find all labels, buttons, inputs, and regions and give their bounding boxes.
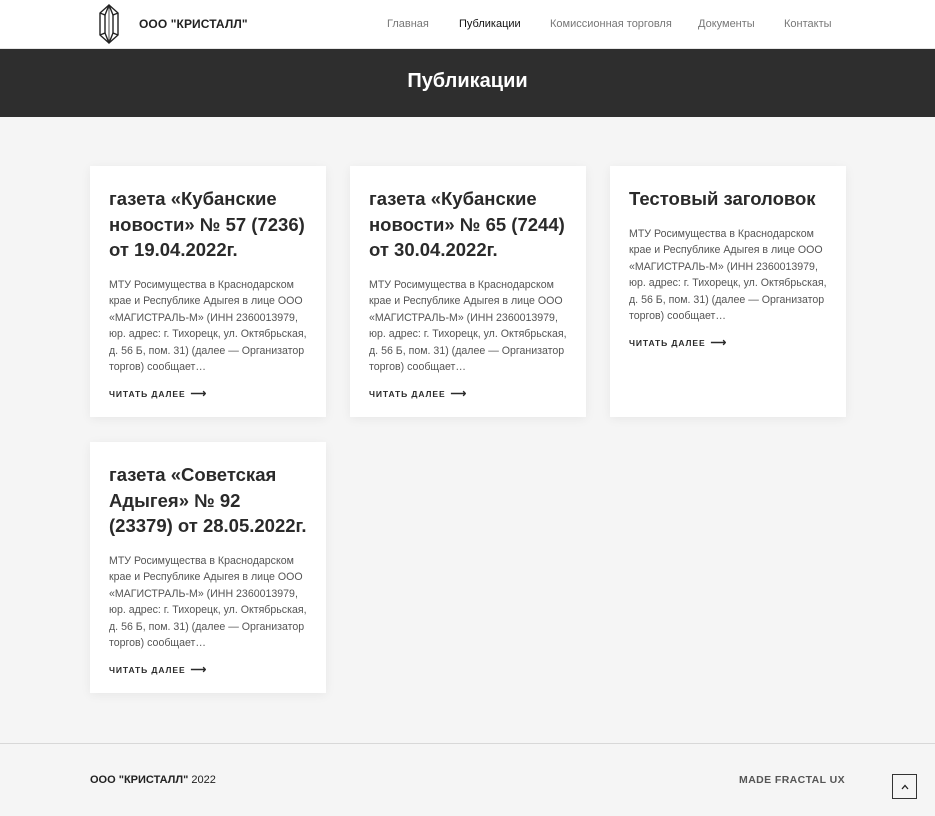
post-excerpt: МТУ Росимущества в Краснодарском крае и … bbox=[109, 278, 307, 374]
scroll-to-top-button[interactable] bbox=[892, 774, 917, 799]
read-more-link[interactable]: ЧИТАТЬ ДАЛЕЕ ⟶ bbox=[629, 337, 728, 350]
arrow-right-icon: ⟶ bbox=[710, 337, 728, 350]
chevron-up-icon bbox=[901, 784, 908, 789]
post-title[interactable]: газета «Кубанские новости» № 57 (7236) о… bbox=[109, 186, 307, 263]
site-footer: ООО "КРИСТАЛЛ" 2022 MADE FRACTAL UX bbox=[0, 743, 935, 816]
credit-link[interactable]: MADE FRACTAL UX bbox=[739, 774, 845, 786]
read-more-label: ЧИТАТЬ ДАЛЕЕ bbox=[109, 389, 186, 400]
read-more-label: ЧИТАТЬ ДАЛЕЕ bbox=[369, 389, 446, 400]
post-card: газета «Кубанские новости» № 65 (7244) о… bbox=[350, 166, 586, 417]
read-more-link[interactable]: ЧИТАТЬ ДАЛЕЕ ⟶ bbox=[109, 664, 208, 677]
copyright: ООО "КРИСТАЛЛ" 2022 bbox=[90, 774, 216, 786]
nav-item-commission-trade[interactable]: Комиссионная торговля bbox=[550, 18, 672, 30]
copyright-company: ООО "КРИСТАЛЛ" bbox=[90, 774, 189, 786]
post-title[interactable]: газета «Советская Адыгея» № 92 (23379) о… bbox=[109, 462, 307, 539]
site-header: ООО "КРИСТАЛЛ" Главная Публикации Комисс… bbox=[0, 0, 935, 49]
page-title: Публикации bbox=[407, 70, 528, 92]
nav-item-contacts[interactable]: Контакты bbox=[784, 18, 832, 30]
read-more-link[interactable]: ЧИТАТЬ ДАЛЕЕ ⟶ bbox=[109, 388, 208, 401]
post-title[interactable]: Тестовый заголовок bbox=[629, 186, 827, 212]
main-nav: Главная Публикации Комиссионная торговля… bbox=[0, 18, 935, 32]
read-more-link[interactable]: ЧИТАТЬ ДАЛЕЕ ⟶ bbox=[369, 388, 468, 401]
post-excerpt: МТУ Росимущества в Краснодарском крае и … bbox=[629, 227, 827, 323]
post-excerpt: МТУ Росимущества в Краснодарском крае и … bbox=[109, 554, 307, 650]
post-card: газета «Советская Адыгея» № 92 (23379) о… bbox=[90, 442, 326, 693]
post-card: газета «Кубанские новости» № 57 (7236) о… bbox=[90, 166, 326, 417]
nav-item-publications[interactable]: Публикации bbox=[459, 18, 521, 30]
nav-item-home[interactable]: Главная bbox=[387, 18, 429, 30]
post-title[interactable]: газета «Кубанские новости» № 65 (7244) о… bbox=[369, 186, 567, 263]
copyright-year: 2022 bbox=[191, 774, 216, 786]
arrow-right-icon: ⟶ bbox=[190, 388, 208, 401]
post-card: Тестовый заголовок МТУ Росимущества в Кр… bbox=[610, 166, 846, 417]
post-excerpt: МТУ Росимущества в Краснодарском крае и … bbox=[369, 278, 567, 374]
arrow-right-icon: ⟶ bbox=[190, 664, 208, 677]
page-banner: Публикации bbox=[0, 49, 935, 117]
arrow-right-icon: ⟶ bbox=[450, 388, 468, 401]
read-more-label: ЧИТАТЬ ДАЛЕЕ bbox=[109, 665, 186, 676]
nav-item-documents[interactable]: Документы bbox=[698, 18, 755, 30]
read-more-label: ЧИТАТЬ ДАЛЕЕ bbox=[629, 338, 706, 349]
